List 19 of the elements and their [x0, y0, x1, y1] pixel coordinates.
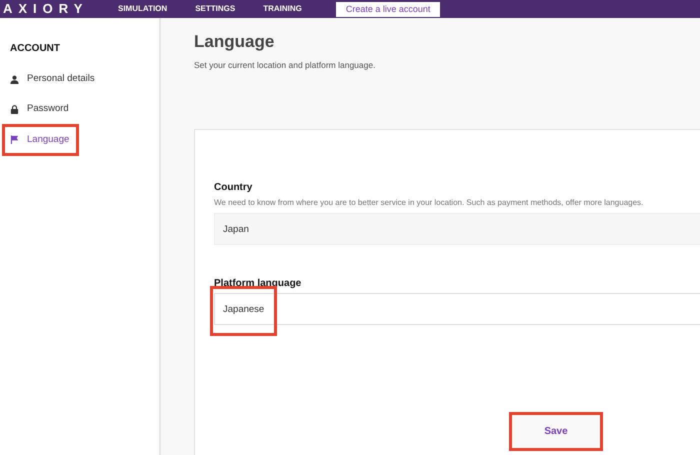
sidebar-item[interactable]: Language [5, 126, 76, 153]
logo[interactable]: AXIORY [0, 0, 118, 19]
sidebar-heading: ACCOUNT [10, 42, 61, 56]
nav-link-item[interactable]: SETTINGS [195, 3, 236, 15]
nav-link-item[interactable]: TRAINING [263, 3, 302, 15]
sidebar-item[interactable]: Password [10, 96, 149, 122]
person-icon [10, 74, 19, 84]
nav-link-item[interactable]: SIMULATION [118, 3, 168, 15]
sidebar-item[interactable]: Personal details [10, 66, 149, 92]
field-label: Platform language [214, 277, 302, 292]
field-label: Country [214, 181, 254, 196]
input-field[interactable]: Japanese [214, 293, 700, 326]
save-button[interactable]: Save [512, 415, 600, 448]
flag-icon [10, 135, 19, 144]
field-hint: We need to know from where you are to better service in your location. Such as payment methods, offer more languages. [214, 197, 644, 210]
lock-icon [10, 104, 19, 114]
page-title: Language [194, 32, 276, 52]
page-subtitle: Set your current location and platform language. [194, 59, 376, 72]
create-account-button[interactable]: Create a live account [336, 2, 440, 16]
